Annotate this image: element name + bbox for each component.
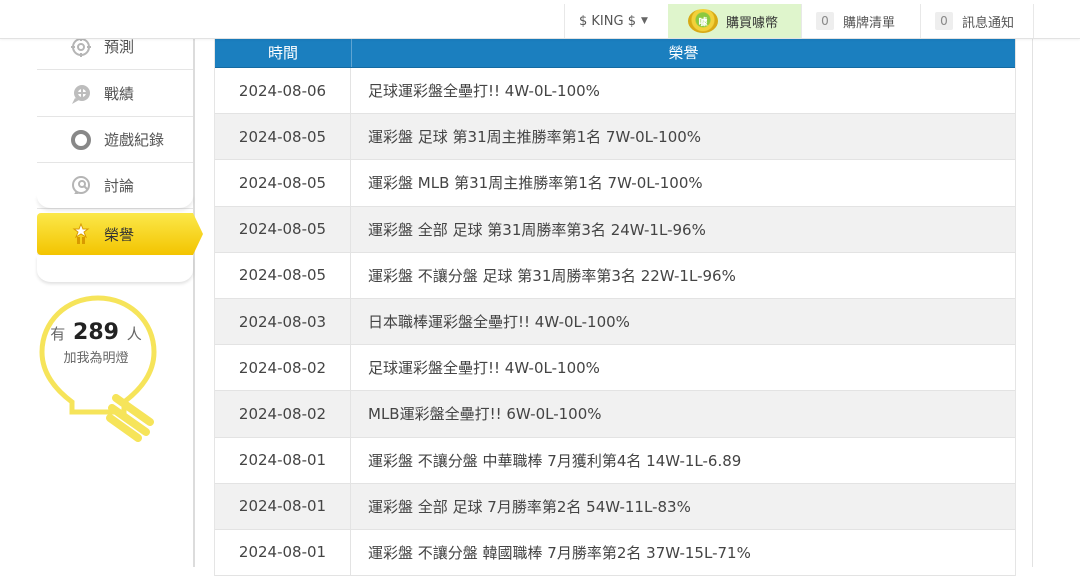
sidebar-item-label: 戰績: [104, 85, 135, 103]
username-label: $ KING $: [579, 13, 636, 29]
table-row: 2024-08-01 運彩盤 不讓分盤 中華職棒 7月獲利第4名 14W-1L-6…: [215, 437, 1015, 484]
sidebar-item-label: 榮譽: [104, 225, 135, 244]
cart-count-badge: 0: [816, 12, 834, 30]
cart-label: 購牌清單: [843, 15, 896, 31]
circle-icon: [70, 129, 92, 151]
coin-icon: 噱: [688, 9, 718, 33]
row-honor: 足球運彩盤全壘打!! 4W-0L-100%: [368, 359, 600, 378]
top-bar: $ KING $ ▼ 噱 購買噱幣 0 購牌清單 0 訊息通知: [0, 0, 1080, 39]
sidebar-item-honor[interactable]: 榮譽: [37, 213, 203, 255]
row-date: 2024-08-05: [215, 160, 351, 206]
table-header: 時間 榮譽: [215, 38, 1015, 68]
buy-coins-label: 購買噱幣: [726, 15, 779, 31]
row-honor: 足球運彩盤全壘打!! 4W-0L-100%: [368, 82, 600, 101]
honor-table: 時間 榮譽 2024-08-06 足球運彩盤全壘打!! 4W-0L-100% 202…: [214, 38, 1016, 576]
row-date: 2024-08-01: [215, 529, 351, 576]
table-row: 2024-08-05 運彩盤 不讓分盤 足球 第31周勝率第3名 22W-1L-9…: [215, 252, 1015, 299]
chat-icon: [70, 83, 92, 105]
follower-number: 289: [73, 320, 119, 345]
row-honor: 運彩盤 不讓分盤 中華職棒 7月獲利第4名 14W-1L-6.89: [368, 451, 742, 470]
follower-count: 有 289 人 加我為明燈: [37, 320, 155, 366]
cart-link[interactable]: 0 購牌清單: [801, 4, 920, 38]
sidebar: 預測 戰績 遊戲紀錄 討論 榮譽 有 289 人 加我為明燈: [37, 24, 203, 567]
sidebar-item-label: 預測: [104, 38, 135, 56]
row-date: 2024-08-02: [215, 345, 351, 391]
chevron-down-icon: ▼: [640, 16, 648, 26]
follower-prefix: 有: [50, 325, 66, 343]
sidebar-item-record[interactable]: 戰績: [37, 71, 193, 117]
sidebar-item-label: 遊戲紀錄: [104, 131, 165, 149]
buy-coins-button[interactable]: 噱 購買噱幣: [668, 4, 801, 38]
tab-shadow-top: [37, 194, 193, 208]
row-honor: 運彩盤 MLB 第31周主推勝率第1名 7W-0L-100%: [368, 174, 703, 193]
row-honor: 日本職棒運彩盤全壘打!! 4W-0L-100%: [368, 313, 630, 332]
row-honor: MLB運彩盤全壘打!! 6W-0L-100%: [368, 405, 602, 424]
table-row: 2024-08-06 足球運彩盤全壘打!! 4W-0L-100%: [215, 68, 1015, 115]
sidebar-item-label: 討論: [104, 177, 135, 195]
table-row: 2024-08-01 運彩盤 全部 足球 7月勝率第2名 54W-11L-83%: [215, 483, 1015, 530]
row-honor: 運彩盤 足球 第31周主推勝率第1名 7W-0L-100%: [368, 128, 702, 147]
notification-label: 訊息通知: [962, 15, 1015, 31]
follower-caption: 加我為明燈: [63, 351, 129, 366]
page-border: [1032, 38, 1033, 567]
table-row: 2024-08-05 運彩盤 全部 足球 第31周勝率第3名 24W-1L-96%: [215, 206, 1015, 253]
sidebar-divider: [193, 24, 195, 567]
column-header-date: 時間: [215, 38, 352, 67]
table-row: 2024-08-05 運彩盤 MLB 第31周主推勝率第1名 7W-0L-100%: [215, 160, 1015, 207]
table-row: 2024-08-02 足球運彩盤全壘打!! 4W-0L-100%: [215, 345, 1015, 392]
table-row: 2024-08-01 運彩盤 不讓分盤 韓國職棒 7月勝率第2名 37W-15L-…: [215, 529, 1015, 576]
user-menu[interactable]: $ KING $ ▼: [564, 4, 668, 38]
row-honor: 運彩盤 不讓分盤 足球 第31周勝率第3名 22W-1L-96%: [368, 266, 736, 285]
table-row: 2024-08-03 日本職棒運彩盤全壘打!! 4W-0L-100%: [215, 298, 1015, 346]
medal-icon: [70, 223, 92, 245]
row-date: 2024-08-05: [215, 252, 351, 298]
table-row: 2024-08-02 MLB運彩盤全壘打!! 6W-0L-100%: [215, 391, 1015, 438]
notification-link[interactable]: 0 訊息通知: [920, 4, 1034, 38]
row-honor: 運彩盤 全部 足球 7月勝率第2名 54W-11L-83%: [368, 497, 691, 516]
row-date: 2024-08-01: [215, 483, 351, 529]
row-honor: 運彩盤 全部 足球 第31周勝率第3名 24W-1L-96%: [368, 220, 706, 239]
row-date: 2024-08-03: [215, 298, 351, 345]
tab-shadow-bottom: [37, 256, 193, 282]
notification-count-badge: 0: [935, 12, 953, 30]
follower-suffix: 人: [126, 325, 142, 343]
row-date: 2024-08-05: [215, 206, 351, 252]
row-date: 2024-08-02: [215, 391, 351, 437]
row-date: 2024-08-06: [215, 68, 351, 114]
table-body: 2024-08-06 足球運彩盤全壘打!! 4W-0L-100% 2024-08-0…: [215, 68, 1015, 576]
column-header-honor: 榮譽: [668, 44, 699, 62]
row-date: 2024-08-05: [215, 114, 351, 160]
sidebar-item-game-log[interactable]: 遊戲紀錄: [37, 117, 193, 163]
lightbulb-icon: [39, 295, 157, 442]
row-honor: 運彩盤 不讓分盤 韓國職棒 7月勝率第2名 37W-15L-71%: [368, 543, 751, 562]
table-row: 2024-08-05 運彩盤 足球 第31周主推勝率第1名 7W-0L-100%: [215, 114, 1015, 161]
row-date: 2024-08-01: [215, 437, 351, 483]
